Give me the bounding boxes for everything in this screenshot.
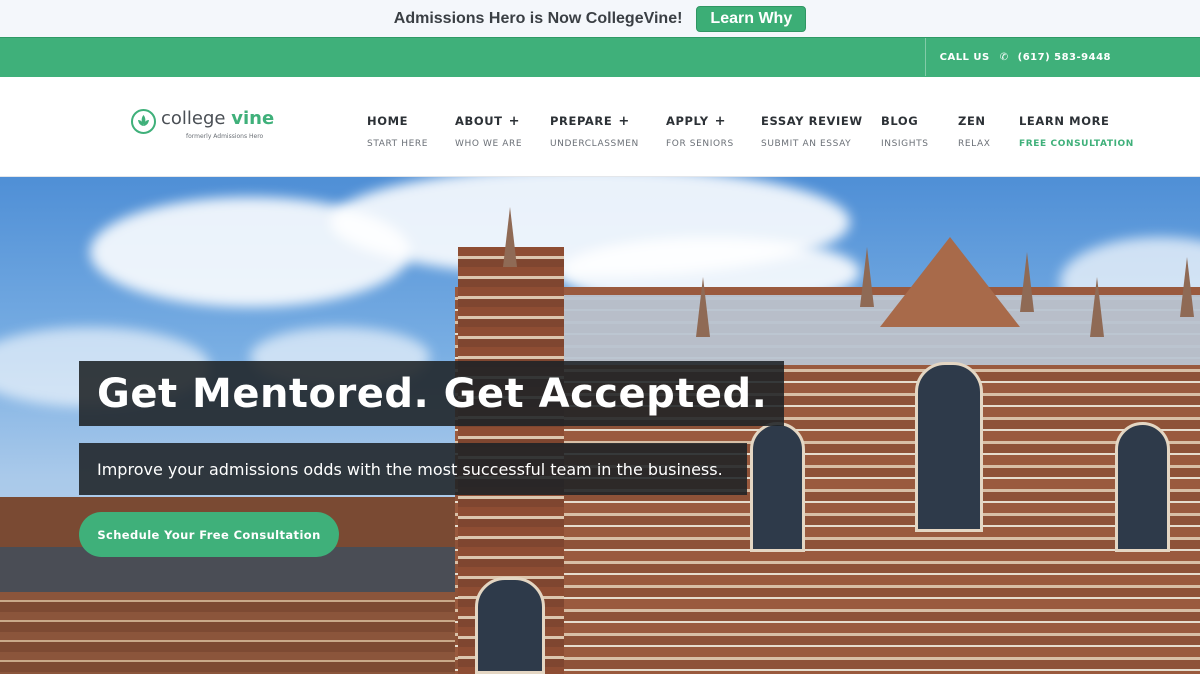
hero-subheadline-box: Improve your admissions odds with the mo… <box>79 443 747 495</box>
announcement-text: Admissions Hero is Now CollegeVine! <box>393 9 683 27</box>
collegevine-logo[interactable]: college vine formerly Admissions Hero <box>131 108 274 140</box>
nav-item-prepare[interactable]: PREPARE + UNDERCLASSMEN <box>550 112 639 149</box>
nav-subtitle: WHO WE ARE <box>455 139 523 149</box>
expand-plus-icon[interactable]: + <box>509 114 520 129</box>
hero-headline-box: Get Mentored. Get Accepted. <box>79 361 785 426</box>
nav-item-home[interactable]: HOME START HERE <box>367 112 428 149</box>
site-header: college vine formerly Admissions Hero HO… <box>0 77 1200 177</box>
expand-plus-icon[interactable]: + <box>715 114 726 129</box>
leaf-logo-icon <box>131 109 156 134</box>
hero-section: Get Mentored. Get Accepted. Improve your… <box>0 177 1200 674</box>
nav-title: ESSAY REVIEW <box>761 114 863 128</box>
nav-title: APPLY <box>666 114 709 128</box>
announcement-bar: Admissions Hero is Now CollegeVine! Lear… <box>0 0 1200 37</box>
nav-subtitle: FOR SENIORS <box>666 139 734 149</box>
learn-why-button[interactable]: Learn Why <box>696 5 807 32</box>
logo-wordmark: college vine <box>161 108 274 130</box>
nav-subtitle: RELAX <box>958 139 991 149</box>
nav-subtitle: SUBMIT AN ESSAY <box>761 139 852 149</box>
nav-subtitle: FREE CONSULTATION <box>1019 139 1134 149</box>
nav-subtitle: START HERE <box>367 139 429 149</box>
expand-plus-icon[interactable]: + <box>618 114 629 129</box>
nav-item-about[interactable]: ABOUT + WHO WE ARE <box>455 112 522 149</box>
contact-bar: CALL US ✆ (617) 583-9448 <box>0 37 1200 77</box>
hero-subheadline: Improve your admissions odds with the mo… <box>97 459 723 479</box>
schedule-consultation-button[interactable]: Schedule Your Free Consultation <box>79 512 339 557</box>
nav-item-zen[interactable]: ZEN RELAX <box>958 112 990 149</box>
logo-name-college: college <box>161 108 226 129</box>
nav-subtitle: UNDERCLASSMEN <box>550 139 639 149</box>
nav-item-apply[interactable]: APPLY + FOR SENIORS <box>666 112 734 149</box>
nav-title: LEARN MORE <box>1019 114 1110 128</box>
nav-title: BLOG <box>881 114 919 128</box>
nav-item-essay-review[interactable]: ESSAY REVIEW SUBMIT AN ESSAY <box>761 112 863 149</box>
logo-name-vine: vine <box>231 108 275 129</box>
phone-icon: ✆ <box>999 51 1009 63</box>
nav-subtitle: INSIGHTS <box>881 139 929 149</box>
call-us-label: CALL US <box>939 51 990 63</box>
logo-subtitle: formerly Admissions Hero <box>186 133 264 140</box>
nav-title: HOME <box>367 114 409 128</box>
hero-headline: Get Mentored. Get Accepted. <box>97 371 768 417</box>
nav-title: ZEN <box>958 114 986 128</box>
phone-number: (617) 583-9448 <box>1017 51 1111 63</box>
cta-label: Schedule Your Free Consultation <box>97 527 321 542</box>
nav-title: PREPARE <box>550 114 613 128</box>
nav-title: ABOUT <box>455 114 503 128</box>
nav-item-blog[interactable]: BLOG INSIGHTS <box>881 112 929 149</box>
call-us-link[interactable]: CALL US ✆ (617) 583-9448 <box>924 38 1200 76</box>
nav-item-learn-more[interactable]: LEARN MORE FREE CONSULTATION <box>1019 112 1134 149</box>
